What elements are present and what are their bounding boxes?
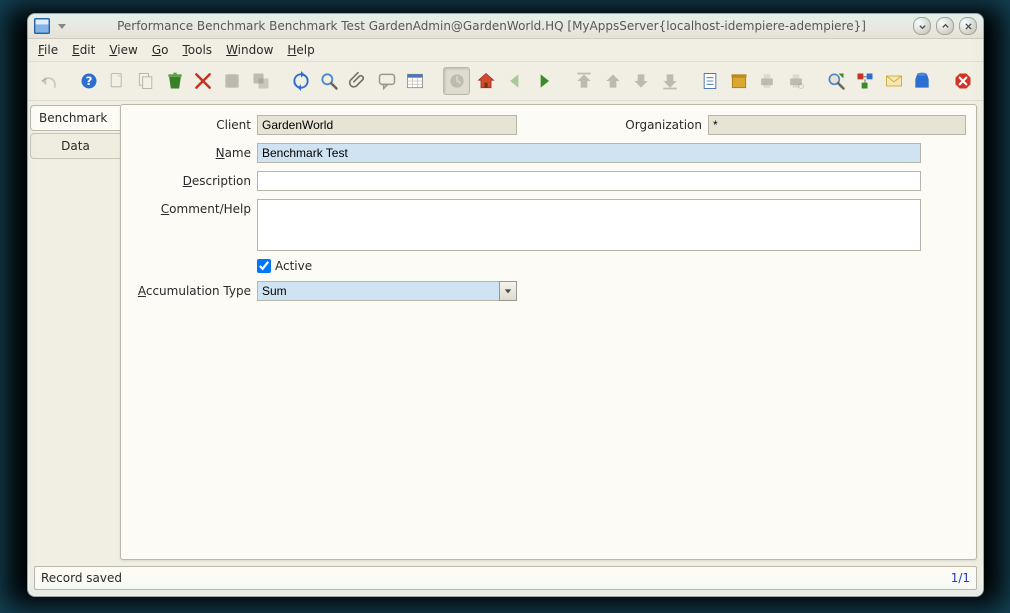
menu-tools[interactable]: Tools xyxy=(182,43,212,57)
menubar: File Edit View Go Tools Window Help xyxy=(28,39,983,62)
label-comment-help: Comment/Help xyxy=(121,199,257,216)
nav-prev-button[interactable] xyxy=(503,68,528,94)
name-field[interactable] xyxy=(257,143,921,163)
comment-help-field[interactable] xyxy=(257,199,921,251)
accumulation-type-field[interactable] xyxy=(257,281,499,301)
status-bar: Record saved 1/1 xyxy=(34,566,977,590)
save-button[interactable] xyxy=(220,68,245,94)
new-button[interactable] xyxy=(105,68,130,94)
label-description: Description xyxy=(121,171,257,188)
label-active: Active xyxy=(275,259,312,273)
delete-selection-button[interactable] xyxy=(191,68,216,94)
request-button[interactable] xyxy=(881,68,906,94)
window-menu-icon[interactable] xyxy=(54,18,70,34)
maximize-button[interactable] xyxy=(936,17,954,35)
menu-view[interactable]: View xyxy=(109,43,137,57)
label-accumulation-type: Accumulation Type xyxy=(121,281,257,298)
label-blank-active xyxy=(121,259,257,262)
last-button[interactable] xyxy=(658,68,683,94)
tab-data[interactable]: Data xyxy=(30,133,120,159)
parent-button[interactable] xyxy=(572,68,597,94)
menu-file[interactable]: File xyxy=(38,43,58,57)
menu-window[interactable]: Window xyxy=(226,43,273,57)
label-organization: Organization xyxy=(602,115,708,132)
grid-toggle-button[interactable] xyxy=(403,68,428,94)
client-field[interactable] xyxy=(257,115,517,135)
accumulation-type-combo[interactable] xyxy=(257,281,517,301)
detail-up-button[interactable] xyxy=(600,68,625,94)
organization-field[interactable] xyxy=(708,115,966,135)
attachment-button[interactable] xyxy=(346,68,371,94)
form-panel: Client Organization Name Description Com… xyxy=(120,104,977,560)
delete-button[interactable] xyxy=(162,68,187,94)
home-button[interactable] xyxy=(474,68,499,94)
close-button[interactable] xyxy=(959,17,977,35)
print-button[interactable] xyxy=(755,68,780,94)
tab-benchmark[interactable]: Benchmark xyxy=(30,105,120,131)
menu-go[interactable]: Go xyxy=(152,43,169,57)
copy-record-button[interactable] xyxy=(134,68,159,94)
find-button[interactable] xyxy=(317,68,342,94)
undo-button[interactable] xyxy=(36,68,61,94)
active-checkbox[interactable]: Active xyxy=(257,259,312,273)
titlebar: Performance Benchmark Benchmark Test Gar… xyxy=(28,14,983,39)
accumulation-type-dropdown-button[interactable] xyxy=(499,281,517,301)
window-title: Performance Benchmark Benchmark Test Gar… xyxy=(76,19,907,33)
menu-edit[interactable]: Edit xyxy=(72,43,95,57)
main-area: Benchmark Data Client Organization Name … xyxy=(28,101,983,566)
help-button[interactable]: ? xyxy=(76,68,101,94)
status-message: Record saved xyxy=(41,571,122,585)
detail-down-button[interactable] xyxy=(629,68,654,94)
zoom-across-button[interactable] xyxy=(824,68,849,94)
menu-help[interactable]: Help xyxy=(287,43,314,57)
tab-strip: Benchmark Data xyxy=(28,101,120,566)
active-checkbox-input[interactable] xyxy=(257,259,271,273)
description-field[interactable] xyxy=(257,171,921,191)
product-button[interactable] xyxy=(910,68,935,94)
label-client: Client xyxy=(121,115,257,132)
minimize-button[interactable] xyxy=(913,17,931,35)
chat-button[interactable] xyxy=(374,68,399,94)
label-name: Name xyxy=(121,143,257,160)
report-button[interactable] xyxy=(698,68,723,94)
nav-next-button[interactable] xyxy=(531,68,556,94)
refresh-button[interactable] xyxy=(288,68,313,94)
archive-button[interactable] xyxy=(726,68,751,94)
save-create-button[interactable] xyxy=(248,68,273,94)
workflow-button[interactable] xyxy=(853,68,878,94)
svg-text:?: ? xyxy=(85,74,92,88)
status-position: 1/1 xyxy=(951,571,970,585)
print-preview-button[interactable] xyxy=(784,68,809,94)
end-button[interactable] xyxy=(950,68,975,94)
app-icon xyxy=(34,18,50,34)
history-button[interactable] xyxy=(443,67,470,95)
app-window: Performance Benchmark Benchmark Test Gar… xyxy=(27,13,984,597)
toolbar: ? xyxy=(28,62,983,101)
